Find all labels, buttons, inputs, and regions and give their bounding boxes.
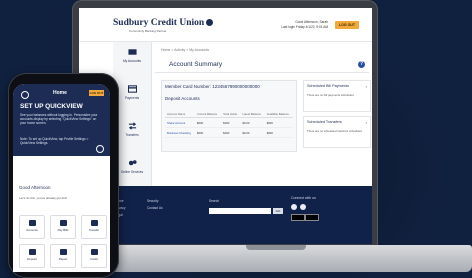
table-cell: $000: [195, 127, 222, 138]
nav-label: My Accounts: [122, 59, 142, 63]
page-title: Account Summary: [169, 61, 223, 68]
scheduled-transfers-card[interactable]: Scheduled Transfers › There are no sched…: [303, 116, 371, 148]
bill-icon: [59, 220, 67, 226]
deposit-icon: [28, 249, 36, 255]
laptop-notch: [246, 245, 306, 250]
wallet-icon: [127, 49, 137, 55]
table-cell: $000: [264, 127, 293, 138]
laptop-screen: Sudbury Credit Union Community Banking P…: [79, 8, 372, 244]
mobile-greeting: Good Afternoon: [19, 185, 51, 190]
site-header: Sudbury Credit Union Community Banking P…: [79, 8, 372, 42]
logout-button[interactable]: LOG OUT: [335, 21, 359, 29]
card-title: Scheduled Bill Payments: [307, 84, 349, 88]
tile-report[interactable]: Report: [50, 244, 76, 268]
connect-label: Connect with us: [291, 196, 316, 200]
transfer-icon: [90, 220, 98, 226]
account-name-link[interactable]: Share Account: [165, 117, 195, 128]
footer-link-security[interactable]: Security: [147, 198, 163, 205]
breadcrumb[interactable]: Home > Activity > My Accounts: [161, 48, 369, 52]
mobile-greeting-sub: Let's do this, you've already got this!: [19, 196, 68, 200]
accounts-icon: [28, 220, 36, 226]
chevron-right-icon: ›: [365, 84, 367, 89]
report-icon: [59, 249, 67, 255]
tile-label: Pay Bills: [57, 228, 69, 232]
brand-name: Sudbury Credit Union: [113, 18, 205, 28]
tile-deposit[interactable]: Deposit: [19, 244, 45, 268]
nav-label: Online Services: [120, 170, 144, 174]
gear-icon[interactable]: [96, 145, 104, 153]
nav-label: Payments: [124, 96, 140, 100]
main-content: Home > Activity > My Accounts Account Su…: [155, 42, 371, 204]
chevron-right-icon: ›: [365, 120, 367, 125]
card-title: Scheduled Transfers: [307, 120, 342, 124]
account-panel: Member Card Number: 1234567890000000000 …: [161, 80, 297, 152]
table-cell: $000: [195, 117, 222, 128]
nav-label: Transfers: [125, 133, 139, 137]
tile-label: Accounts: [26, 228, 38, 232]
facebook-icon[interactable]: [291, 204, 297, 210]
tile-accounts[interactable]: Accounts: [19, 215, 45, 239]
footer-col-2: Security Contact Us: [147, 198, 163, 212]
deposit-accounts-title: Deposit Accounts: [165, 96, 200, 101]
quickview-note: Note: To set up QuickView, tap Profile S…: [20, 137, 89, 146]
app-store-badge[interactable]: [291, 214, 305, 221]
footer-search-button[interactable]: GO: [273, 208, 283, 214]
help-icon[interactable]: ?: [358, 61, 365, 68]
menu-icon[interactable]: [21, 91, 29, 99]
table-cell: $000: [221, 127, 241, 138]
phone-screen: Home LOG OUT SET UP QUICKVIEW See your b…: [13, 84, 110, 272]
member-number: Member Card Number: 1234567890000000000: [165, 84, 260, 89]
mobile-header: Home LOG OUT SET UP QUICKVIEW See your b…: [13, 84, 110, 156]
footer-link-contact[interactable]: Contact Us: [147, 205, 163, 212]
mobile-tiles: Accounts Pay Bills Transfer Deposit Repo…: [19, 215, 107, 268]
quickview-title: SET UP QUICKVIEW: [20, 103, 83, 110]
footer-search-label: Search: [209, 199, 220, 203]
table-cell: $0.00: [240, 127, 265, 138]
tile-label: Transfer: [88, 228, 100, 232]
page-title-bar: Account Summary ?: [155, 58, 369, 73]
tile-cards[interactable]: Cards: [81, 244, 107, 268]
tile-label: Deposit: [27, 257, 37, 261]
transfer-arrows-icon: [128, 122, 136, 130]
member-info: Good Afternoon, Sarah Last login Friday …: [281, 20, 328, 29]
mobile-home-title: Home: [53, 90, 67, 96]
last-login: Last login Friday 4/1/22, 9:01 AM: [281, 24, 328, 29]
tile-label: Cards: [90, 257, 98, 261]
site-footer: Home Privacy Legal Security Contact Us S…: [79, 186, 372, 244]
gears-icon: [128, 160, 137, 166]
table-cell: $000: [264, 117, 293, 128]
table-cell: $000: [221, 117, 241, 128]
table-cell: $0.00: [240, 117, 265, 128]
mobile-logout-button[interactable]: LOG OUT: [89, 90, 104, 96]
tile-transfer[interactable]: Transfer: [81, 215, 107, 239]
table-row[interactable]: Business Checking $000 $000 $0.00 $000: [165, 127, 293, 138]
laptop-base: [66, 245, 472, 272]
brand-tagline: Community Banking Partner: [129, 29, 167, 33]
card-text: There are no bill payments scheduled: [307, 93, 354, 97]
scheduled-bill-payments-card[interactable]: Scheduled Bill Payments › There are no b…: [303, 80, 371, 112]
tile-label: Report: [58, 257, 68, 261]
brand-emblem-icon: [206, 19, 214, 27]
tile-pay-bills[interactable]: Pay Bills: [50, 215, 76, 239]
footer-search-input[interactable]: [209, 208, 271, 214]
card-icon: [90, 249, 98, 255]
twitter-icon[interactable]: [300, 204, 306, 210]
card-text: There are no scheduled transfers schedul…: [307, 129, 362, 133]
nav-item-my-accounts[interactable]: My Accounts: [113, 48, 151, 79]
table-row[interactable]: Share Account $000 $000 $0.00 $000: [165, 117, 293, 128]
google-play-badge[interactable]: [305, 214, 319, 221]
brand-logo[interactable]: Sudbury Credit Union: [113, 18, 214, 28]
payment-icon: [127, 85, 137, 93]
accounts-table: Account Name Current Balance Total Holds…: [165, 111, 293, 138]
quickview-text: See your balances without logging in. Pe…: [20, 113, 98, 126]
account-name-link[interactable]: Business Checking: [165, 127, 195, 138]
